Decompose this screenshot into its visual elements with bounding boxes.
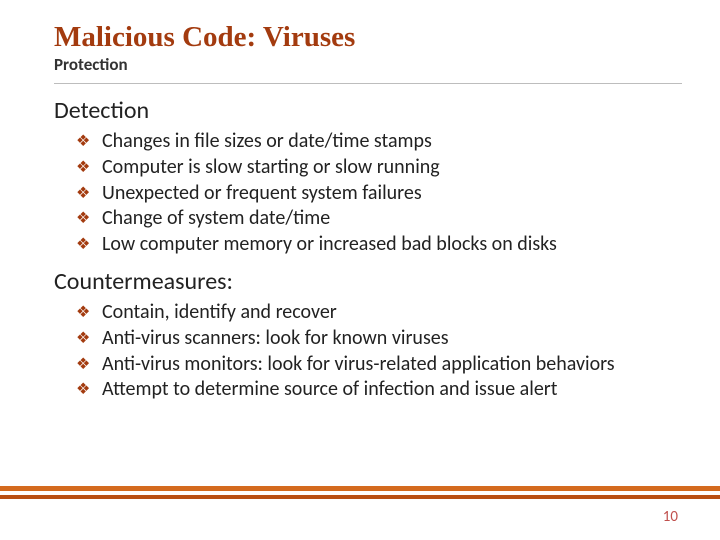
- list-item-label: Computer is slow starting or slow runnin…: [102, 155, 440, 181]
- diamond-bullet-icon: ❖: [76, 355, 102, 375]
- list-item-label: Anti-virus scanners: look for known viru…: [102, 326, 449, 352]
- diamond-bullet-icon: ❖: [76, 158, 102, 178]
- list-item-label: Contain, identify and recover: [102, 300, 337, 326]
- diamond-bullet-icon: ❖: [76, 329, 102, 349]
- list-item-label: Low computer memory or increased bad blo…: [102, 232, 557, 258]
- list-item: ❖Computer is slow starting or slow runni…: [76, 155, 682, 181]
- list-item: ❖Low computer memory or increased bad bl…: [76, 232, 682, 258]
- list-item: ❖Contain, identify and recover: [76, 300, 682, 326]
- footer-accent-bar: [0, 486, 720, 491]
- list-item: ❖Changes in file sizes or date/time stam…: [76, 129, 682, 155]
- slide: Malicious Code: Viruses Protection Detec…: [0, 0, 720, 540]
- list-item: ❖Attempt to determine source of infectio…: [76, 377, 682, 403]
- diamond-bullet-icon: ❖: [76, 184, 102, 204]
- slide-title: Malicious Code: Viruses: [54, 22, 682, 52]
- list-item-label: Change of system date/time: [102, 206, 330, 232]
- list-item-label: Attempt to determine source of infection…: [102, 377, 557, 403]
- list-item-label: Anti-virus monitors: look for virus-rela…: [102, 352, 615, 378]
- diamond-bullet-icon: ❖: [76, 235, 102, 255]
- detection-list: ❖Changes in file sizes or date/time stam…: [76, 129, 682, 257]
- page-number: 10: [663, 508, 678, 526]
- title-divider: [54, 83, 682, 84]
- footer-fill: [0, 499, 720, 540]
- list-item-label: Unexpected or frequent system failures: [102, 181, 422, 207]
- diamond-bullet-icon: ❖: [76, 209, 102, 229]
- list-item: ❖Anti-virus scanners: look for known vir…: [76, 326, 682, 352]
- slide-subtitle: Protection: [54, 54, 682, 75]
- list-item: ❖Anti-virus monitors: look for virus-rel…: [76, 352, 682, 378]
- section-heading-countermeasures: Countermeasures:: [54, 267, 682, 296]
- list-item: ❖Unexpected or frequent system failures: [76, 181, 682, 207]
- diamond-bullet-icon: ❖: [76, 132, 102, 152]
- list-item: ❖Change of system date/time: [76, 206, 682, 232]
- countermeasures-list: ❖Contain, identify and recover ❖Anti-vir…: [76, 300, 682, 402]
- section-heading-detection: Detection: [54, 96, 682, 125]
- list-item-label: Changes in file sizes or date/time stamp…: [102, 129, 432, 155]
- diamond-bullet-icon: ❖: [76, 303, 102, 323]
- diamond-bullet-icon: ❖: [76, 380, 102, 400]
